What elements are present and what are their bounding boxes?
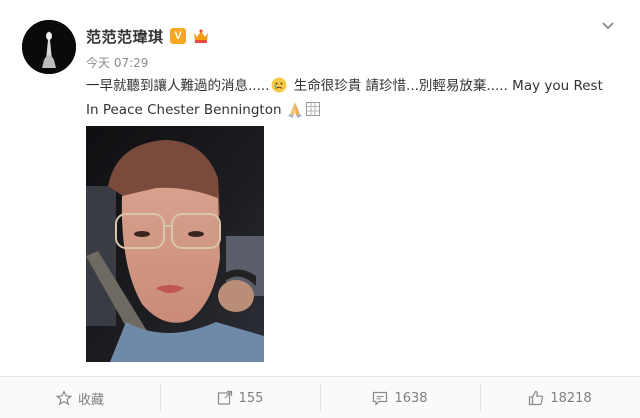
post-timestamp[interactable]: 今天 07:29 (86, 54, 148, 71)
like-button[interactable]: 18218 (480, 377, 640, 418)
repost-icon (217, 390, 232, 405)
action-bar: 收藏 155 1638 18218 (0, 376, 640, 418)
thumbs-up-icon (529, 390, 544, 406)
chevron-down-icon[interactable] (598, 16, 618, 36)
verified-badge-icon: V (170, 28, 186, 44)
post-text: 一早就聽到讓人難過的消息..... 生命很珍貴 請珍惜...別輕易放棄.....… (86, 74, 616, 122)
crown-icon (192, 28, 210, 44)
favorite-button[interactable]: 收藏 (0, 377, 160, 418)
comment-button[interactable]: 1638 (320, 377, 480, 418)
favorite-label: 收藏 (77, 392, 104, 408)
star-icon (55, 390, 72, 406)
repost-button[interactable]: 155 (160, 377, 320, 418)
post-text-part1: 一早就聽到讓人難過的消息..... (86, 78, 270, 94)
comment-icon (373, 391, 388, 406)
comment-count: 1638 (394, 390, 428, 406)
like-count: 18218 (550, 390, 592, 406)
repost-count: 155 (238, 390, 264, 406)
pray-emoji-icon (286, 100, 304, 118)
weibo-post-card: 范范范瑋琪 V 今天 07:29 一早就聽到讓人難過的消息..... 生命很珍貴… (0, 0, 640, 418)
sad-emoji-icon (271, 77, 287, 93)
avatar[interactable] (22, 20, 76, 74)
image-placeholder-icon (305, 100, 320, 116)
post-photo[interactable] (86, 126, 264, 362)
author-name[interactable]: 范范范瑋琪 (86, 26, 164, 47)
